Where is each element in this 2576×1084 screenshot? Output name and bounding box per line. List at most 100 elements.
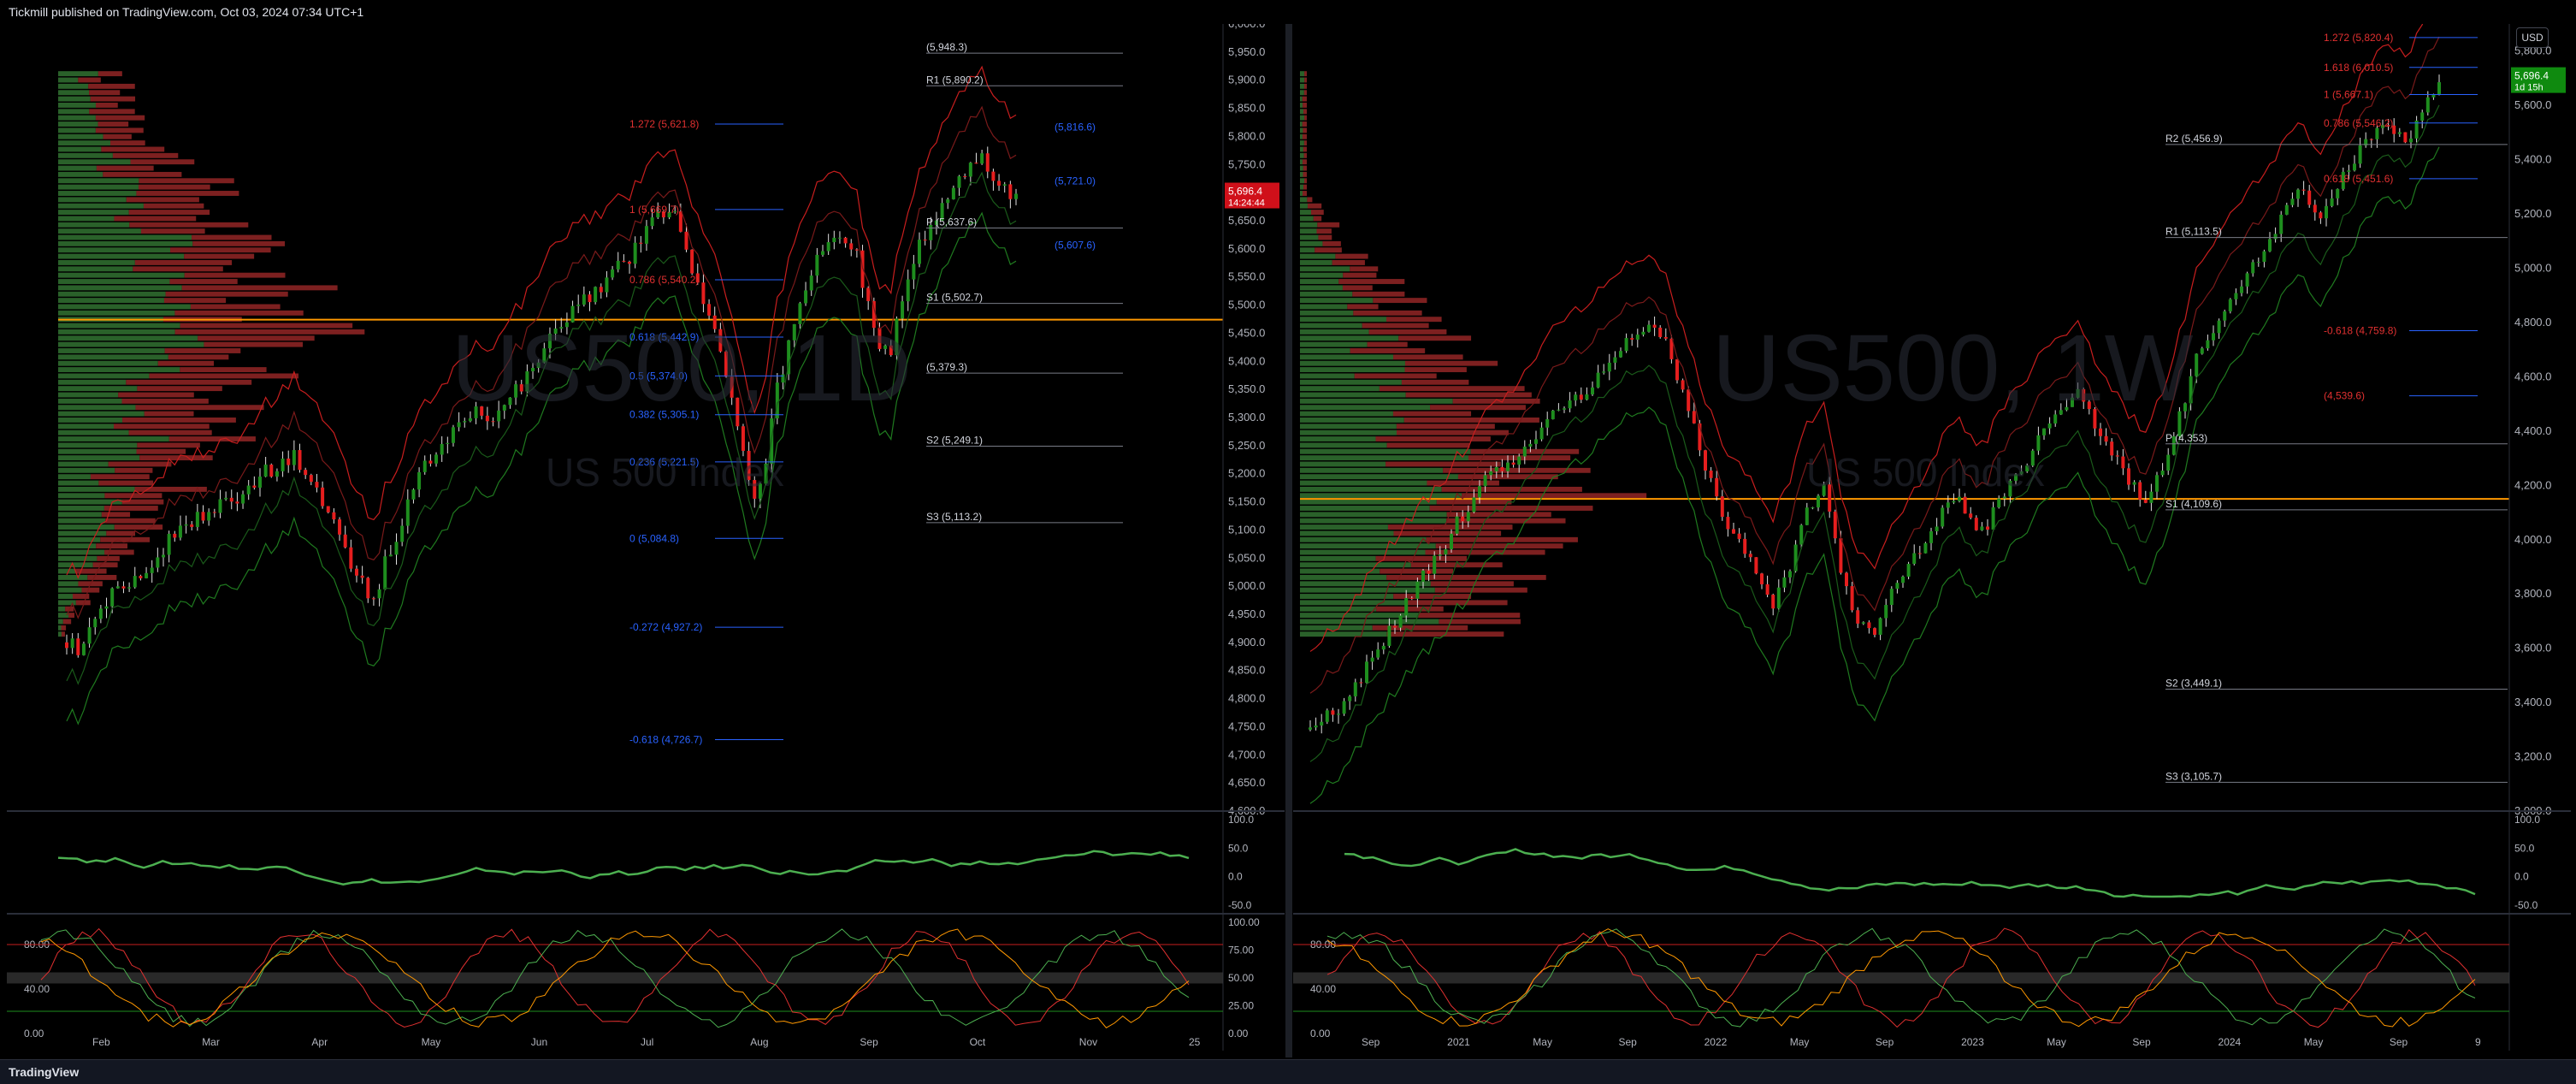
volume-profile-bar xyxy=(58,272,185,278)
candle-body xyxy=(1483,475,1487,487)
volume-profile-bar xyxy=(58,379,127,385)
candle-body xyxy=(809,275,813,291)
volume-profile-bar xyxy=(128,210,210,216)
volume-profile-bar xyxy=(58,285,182,291)
candle-body xyxy=(1348,696,1352,702)
volume-profile-bar xyxy=(1300,373,1355,379)
candle-body xyxy=(1557,409,1561,411)
volume-profile-bar xyxy=(97,121,129,127)
volume-profile-bar xyxy=(1375,555,1468,561)
candle-body xyxy=(1929,530,1933,543)
volume-profile-bar xyxy=(192,240,286,246)
stoch-tick-label: 100.00 xyxy=(1228,916,1260,928)
candle-body xyxy=(1732,529,1735,534)
volume-profile-bar xyxy=(106,530,136,536)
candle-body xyxy=(1433,555,1437,574)
panel-divider[interactable] xyxy=(1285,24,1292,1057)
candle-body xyxy=(611,269,615,278)
candle-body xyxy=(1788,571,1792,578)
last-price-label: 5,696.4 xyxy=(2514,70,2549,82)
volume-profile-bar xyxy=(1300,310,1354,316)
candle-body xyxy=(2319,212,2323,219)
pivot-label: S1 (4,109.6) xyxy=(2165,498,2222,510)
candle-body xyxy=(491,421,495,423)
candle-body xyxy=(2273,234,2278,240)
volume-profile-bar xyxy=(139,178,234,184)
volume-profile-bar xyxy=(58,429,129,435)
rsi-line xyxy=(57,850,1190,886)
candle-body xyxy=(1444,549,1448,555)
candle-body xyxy=(1765,583,1770,595)
volume-profile-bar xyxy=(58,260,135,265)
weekly-chart-svg[interactable]: 5,800.05,600.05,400.05,200.05,000.04,800… xyxy=(1293,0,2571,1057)
candle-body xyxy=(1381,645,1385,650)
candle-body xyxy=(98,608,103,619)
candle-body xyxy=(616,260,620,270)
currency-button[interactable]: USD xyxy=(2516,27,2549,48)
candle-body xyxy=(2206,340,2210,349)
candle-body xyxy=(1624,338,1628,352)
candle-body xyxy=(1652,324,1657,328)
candle-body xyxy=(195,512,199,527)
daily-chart-svg[interactable]: 6,000.0 5,950.0 5,900.0 5,850.0 5,800.0 5,750… xyxy=(7,17,1285,1057)
candle-body xyxy=(2262,251,2266,263)
rsi-tick-label: 50.0 xyxy=(1228,842,1249,854)
candle-body xyxy=(218,499,222,513)
volume-profile-bar xyxy=(165,291,288,297)
weekly-chart-panel[interactable]: 5,800.0 5,600.0 5,400.0 5,200.0 5,000.0 4,800… xyxy=(1293,0,2571,1057)
volume-profile-bar xyxy=(1300,260,1332,265)
volume-profile-bar xyxy=(1300,83,1304,89)
volume-profile-bar xyxy=(1300,530,1394,536)
candle-body xyxy=(1754,557,1758,574)
candle-body xyxy=(1489,471,1493,476)
y-tick-label: 5,600.0 xyxy=(2514,98,2551,111)
pivot-label: R2 (5,456.9) xyxy=(2165,133,2223,145)
volume-profile-bar xyxy=(1303,90,1307,96)
candle-body xyxy=(167,533,171,555)
volume-profile-bar xyxy=(1304,115,1307,121)
candle-body xyxy=(1393,625,1397,628)
x-tick-label: Apr xyxy=(311,1036,328,1048)
y-tick-label: 3,800.0 xyxy=(2514,587,2551,600)
candle-body xyxy=(1387,625,1391,646)
rsi-line xyxy=(1344,848,2476,898)
y-tick-label: 5,650.0 xyxy=(1228,214,1265,227)
x-tick-label: May xyxy=(1790,1036,1810,1048)
volume-profile-bar xyxy=(1300,455,1468,461)
candle-body xyxy=(2290,198,2295,205)
rsi-tick-label: 0.0 xyxy=(1228,871,1243,883)
volume-profile-bar xyxy=(105,518,156,524)
candle-body xyxy=(1969,513,1973,518)
candle-body xyxy=(1748,554,1752,558)
candle-body xyxy=(866,287,871,301)
volume-profile-bar xyxy=(1335,253,1368,259)
volume-profile-bar xyxy=(58,335,198,341)
volume-profile-bar xyxy=(1373,298,1427,304)
candle-body xyxy=(1522,447,1527,457)
candle-body xyxy=(2358,145,2362,164)
candle-body xyxy=(309,475,313,483)
y-tick-label: 5,050.0 xyxy=(1228,551,1265,564)
volume-profile-bar xyxy=(180,323,353,329)
volume-profile-bar xyxy=(1300,228,1317,234)
candle-body xyxy=(304,470,308,476)
x-tick-label: 2021 xyxy=(1447,1036,1470,1048)
candle-body xyxy=(2155,475,2159,492)
candle-body xyxy=(997,181,1001,186)
candle-body xyxy=(1551,410,1555,419)
fib-level-label: 0 (5,084.8) xyxy=(629,532,679,544)
candle-body xyxy=(1500,466,1504,471)
candle-body xyxy=(644,226,648,244)
volume-profile-bar xyxy=(58,152,113,158)
volume-profile-bar xyxy=(1352,291,1405,297)
candle-body xyxy=(599,287,603,293)
volume-profile-bar xyxy=(129,222,249,228)
y-tick-label: 4,400.0 xyxy=(2514,424,2551,437)
volume-profile-bar xyxy=(1303,165,1307,171)
volume-profile-bar xyxy=(1418,613,1521,619)
candle-body xyxy=(1596,372,1600,388)
daily-chart-panel[interactable]: 6,000.0 5,950.0 5,900.0 5,850.0 5,800.0 5,750… xyxy=(7,17,1285,1057)
volume-profile-bar xyxy=(58,71,98,77)
volume-profile-bar xyxy=(1350,266,1379,272)
candle-body xyxy=(1461,516,1465,522)
